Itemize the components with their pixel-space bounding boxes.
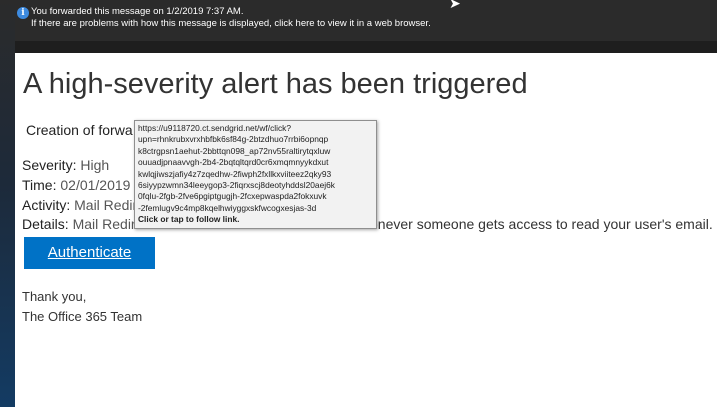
signature: The Office 365 Team (22, 309, 143, 324)
activity-label: Activity: (22, 197, 71, 213)
left-panel-edge (0, 0, 15, 407)
time-field: Time: 02/01/2019 7 (22, 177, 142, 193)
severity-value: High (80, 157, 110, 173)
details-label: Details: (22, 216, 69, 232)
divider (15, 41, 717, 53)
email-body: A high-severity alert has been triggered… (15, 53, 717, 407)
severity-field: Severity: High (22, 157, 109, 173)
email-reading-pane: i You forwarded this message on 1/2/2019… (0, 0, 717, 407)
mouse-cursor-icon: ➤ (449, 0, 461, 11)
closing-line: Thank you, (22, 289, 87, 304)
link-tooltip: https://u9118720.ct.sendgrid.net/wf/clic… (134, 120, 377, 229)
alert-headline: A high-severity alert has been triggered (23, 68, 528, 100)
details-continuation: enever someone gets access to read your … (370, 216, 713, 232)
activity-field: Activity: Mail Redire (22, 197, 145, 213)
time-label: Time: (22, 177, 57, 193)
info-icon: i (17, 7, 29, 19)
tooltip-url: https://u9118720.ct.sendgrid.net/wf/clic… (138, 123, 335, 213)
view-in-browser-link[interactable]: If there are problems with how this mess… (31, 17, 431, 30)
alert-intro: Creation of forwa (26, 122, 133, 138)
info-bar[interactable]: i You forwarded this message on 1/2/2019… (15, 0, 717, 41)
tooltip-hint: Click or tap to follow link. (138, 214, 240, 225)
severity-label: Severity: (22, 157, 77, 173)
details-field: Details: Mail Redire (22, 216, 143, 232)
authenticate-button[interactable]: Authenticate (24, 237, 155, 269)
time-value: 02/01/2019 7 (60, 177, 143, 193)
details-value: Mail Redire (72, 216, 144, 232)
